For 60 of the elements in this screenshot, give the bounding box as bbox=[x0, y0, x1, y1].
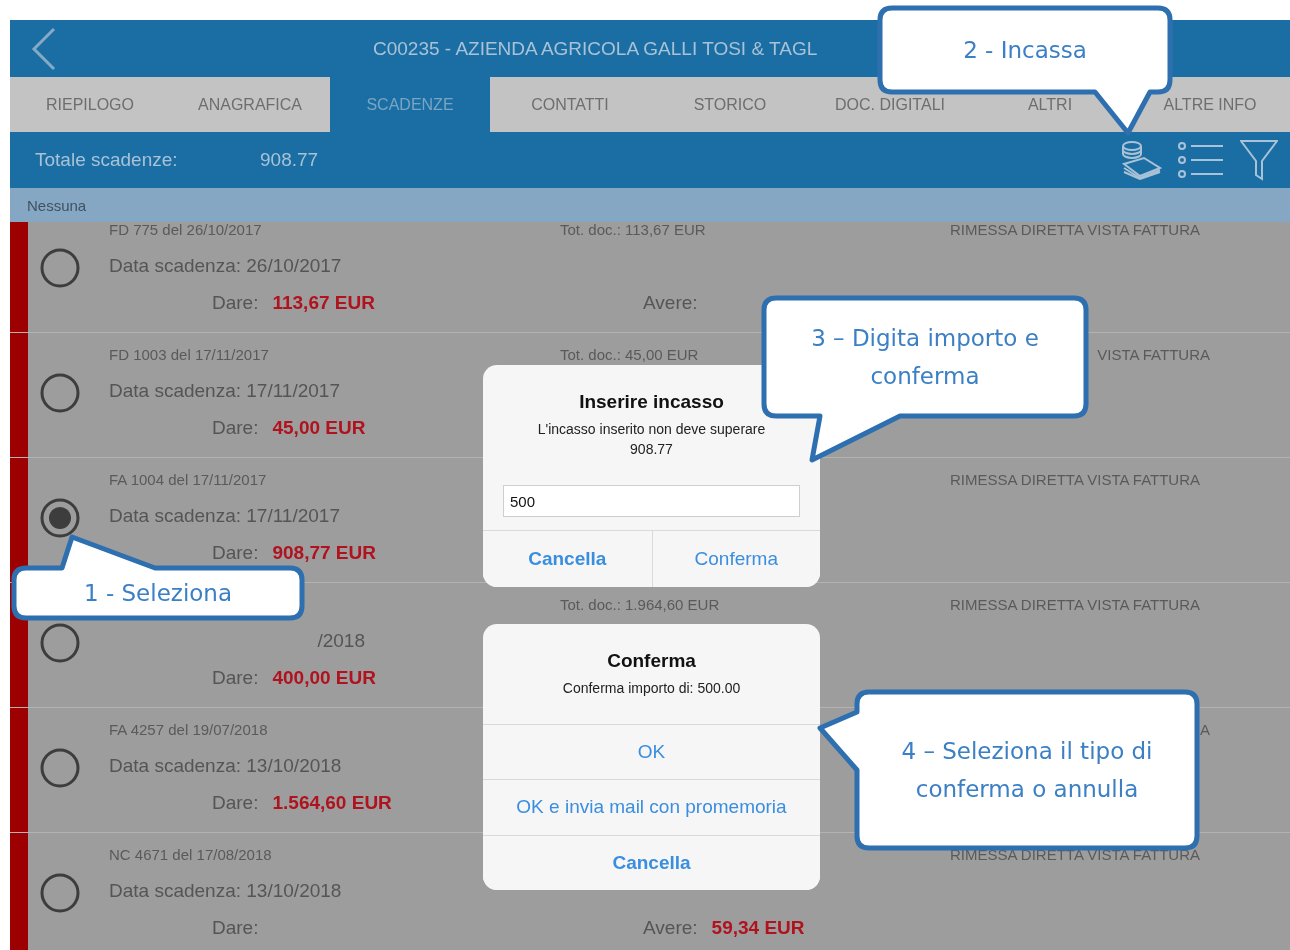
payment-method: VISTA FATTURA bbox=[1097, 346, 1210, 363]
document-total: Tot. doc.: 45,00 EUR bbox=[560, 346, 699, 363]
debit-amount: 908,77 EUR bbox=[272, 542, 376, 565]
debit-label: Dare: bbox=[212, 792, 259, 815]
debit-amount: 1.564,60 EUR bbox=[272, 792, 392, 815]
tab[interactable]: SCADENZE bbox=[330, 77, 490, 132]
document-number: FA 4257 del 19/07/2018 bbox=[109, 721, 268, 738]
callout-text: 2 - Incassa bbox=[963, 36, 1087, 65]
callout-text: 4 – Seleziona il tipo di conferma o annulla bbox=[900, 737, 1154, 804]
payment-method: A bbox=[1200, 721, 1210, 738]
dialog-message: Conferma importo di: 500.00 bbox=[561, 679, 742, 698]
window-title: C00235 - AZIENDA AGRICOLA GALLI TOSI & TAGL bbox=[373, 37, 818, 60]
confirm-button[interactable]: Conferma bbox=[651, 531, 820, 587]
money-stack-icon[interactable] bbox=[1120, 140, 1162, 180]
due-date: /2018 bbox=[317, 630, 365, 651]
document-number: FD 1003 del 17/11/2017 bbox=[109, 346, 269, 363]
due-date: Data scadenza: 26/10/2017 bbox=[109, 255, 342, 276]
dialog-message: L'incasso inserito non deve superare 908.77 bbox=[536, 420, 767, 459]
document-total: Tot. doc.: 1.964,60 EUR bbox=[560, 596, 720, 613]
callout-text: 3 – Digita importo e conferma bbox=[810, 324, 1040, 391]
debit-amount: 113,67 EUR bbox=[272, 292, 375, 315]
callout-text: 1 - Seleziona bbox=[83, 579, 233, 608]
debit-label: Dare: bbox=[212, 292, 259, 315]
credit-amount: 59,34 EUR bbox=[711, 917, 805, 940]
debit-label: Dare: bbox=[212, 917, 259, 940]
filter-icon[interactable] bbox=[1240, 139, 1278, 181]
debit-label: Dare: bbox=[212, 542, 259, 565]
due-date: Data scadenza: 13/10/2018 bbox=[109, 755, 342, 776]
due-date: Data scadenza: 17/11/2017 bbox=[109, 380, 340, 401]
payment-method: RIMESSA DIRETTA VISTA FATTURA bbox=[950, 846, 1201, 863]
dialog-title: Conferma bbox=[607, 650, 696, 672]
document-number: FA 1004 del 17/11/2017 bbox=[109, 471, 267, 488]
payment-method: RIMESSA DIRETTA VISTA FATTURA bbox=[950, 222, 1201, 238]
total-value: 908.77 bbox=[260, 149, 319, 171]
payment-method: RIMESSA DIRETTA VISTA FATTURA bbox=[950, 471, 1201, 488]
credit-label: Avere: bbox=[643, 917, 698, 940]
radio-button[interactable] bbox=[40, 248, 80, 288]
due-date: Data scadenza: 17/11/2017 bbox=[109, 505, 340, 526]
document-number: NC 4671 del 17/08/2018 bbox=[109, 846, 272, 863]
due-date: Data scadenza: 13/10/2018 bbox=[109, 880, 342, 901]
dialog-title: Inserire incasso bbox=[579, 391, 724, 413]
document-number: FD 775 del 26/10/2017 bbox=[109, 222, 262, 238]
payment-method: RIMESSA DIRETTA VISTA FATTURA bbox=[950, 596, 1201, 613]
total-label: Totale scadenze: bbox=[35, 149, 179, 171]
debit-label: Dare: bbox=[212, 667, 259, 690]
radio-button[interactable] bbox=[40, 498, 80, 538]
filter-label: Nessuna bbox=[27, 197, 87, 214]
cancel-button[interactable]: Cancella bbox=[483, 834, 820, 890]
radio-button[interactable] bbox=[40, 873, 80, 913]
debit-label: Dare: bbox=[212, 417, 259, 440]
debit-amount: 45,00 EUR bbox=[272, 417, 366, 440]
credit-label: Avere: bbox=[643, 292, 698, 315]
radio-button[interactable] bbox=[40, 748, 80, 788]
document-total: Tot. doc.: 113,67 EUR bbox=[560, 222, 706, 238]
back-icon[interactable] bbox=[30, 26, 58, 71]
radio-button[interactable] bbox=[40, 373, 80, 413]
debit-amount: 400,00 EUR bbox=[272, 667, 376, 690]
amount-input[interactable]: 500 bbox=[503, 485, 800, 517]
radio-button[interactable] bbox=[40, 623, 80, 663]
list-icon[interactable] bbox=[1178, 141, 1224, 179]
